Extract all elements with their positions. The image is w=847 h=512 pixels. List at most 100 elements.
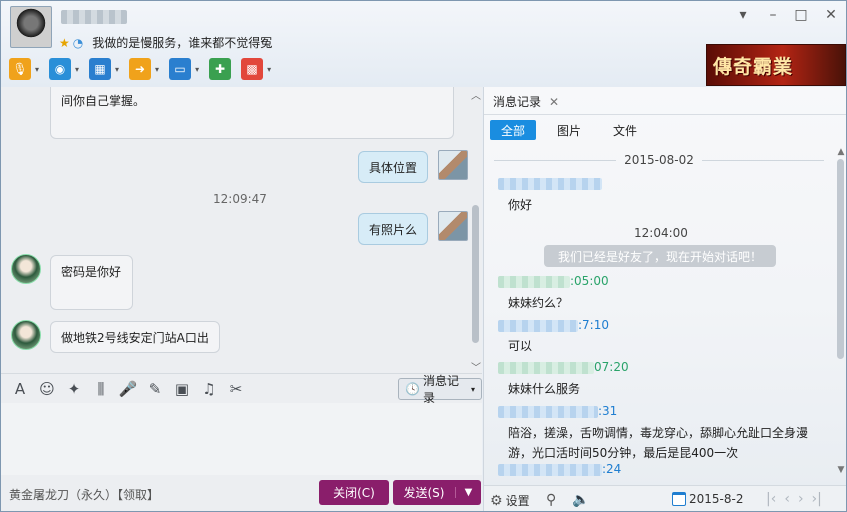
- send-button-label: 发送(S): [403, 486, 445, 500]
- my-avatar[interactable]: [438, 211, 468, 241]
- message-bubble[interactable]: 密码是你好: [50, 255, 133, 310]
- history-sender-row: [498, 176, 602, 190]
- message-bubble[interactable]: 间你自己掌握。: [50, 87, 454, 139]
- history-sender-row: 07:20: [498, 360, 629, 374]
- voice-call-button[interactable]: 🎙 ▾: [9, 58, 39, 80]
- history-scrollbar[interactable]: ▲ ▼: [835, 147, 846, 477]
- ad-banner[interactable]: 傳奇霸業: [706, 44, 846, 86]
- send-file-icon: ➜: [129, 58, 152, 80]
- contact-signature: 我做的是慢服务，谁来都不觉得冤: [92, 36, 273, 50]
- speaker-icon: 🔈: [572, 492, 590, 508]
- sender-name-blurred: [498, 275, 570, 288]
- claim-link[interactable]: 【领取】: [117, 488, 159, 502]
- font-icon[interactable]: A: [9, 380, 31, 398]
- message-history-label: 消息记录: [422, 374, 459, 405]
- magic-wand-icon[interactable]: ✦: [63, 380, 85, 398]
- history-panel: 消息记录 ✕ 全部 图片 文件 2015-08-02 你好 12:04:00 我…: [483, 87, 846, 511]
- filter-images[interactable]: 图片: [546, 120, 592, 140]
- contact-nickname-blurred: [61, 10, 127, 24]
- history-footer-date: 2015-8-2: [689, 492, 744, 506]
- close-button[interactable]: 关闭(C): [319, 480, 389, 505]
- gear-icon: ⚙: [490, 492, 503, 509]
- apps-grid-icon: ▩: [241, 58, 264, 80]
- filter-files[interactable]: 文件: [602, 120, 648, 140]
- edit-icon[interactable]: ✎: [144, 380, 166, 398]
- chevron-down-icon[interactable]: ▾: [267, 65, 271, 74]
- contact-avatar-small[interactable]: [11, 254, 41, 284]
- chat-scrollbar[interactable]: ︿ ﹀: [470, 87, 482, 373]
- speaker-button[interactable]: 🔈: [572, 492, 589, 508]
- scroll-down-icon[interactable]: ﹀: [470, 359, 482, 373]
- date-picker[interactable]: 2015-8-2: [672, 492, 743, 506]
- chevron-down-icon[interactable]: ▾: [195, 65, 199, 74]
- minimize-button[interactable]: –: [762, 7, 784, 23]
- settings-button[interactable]: ⚙ 设置: [490, 492, 530, 509]
- screenshot-scissors-icon[interactable]: ✂: [225, 380, 247, 398]
- history-pager: |‹ ‹ › ›|: [766, 491, 822, 507]
- emoji-icon[interactable]: ☺: [36, 380, 58, 398]
- search-button[interactable]: ⚲: [546, 492, 556, 508]
- close-window-button[interactable]: ✕: [820, 7, 842, 23]
- chevron-down-icon[interactable]: ▾: [155, 65, 159, 74]
- contact-avatar[interactable]: [10, 6, 52, 48]
- chevron-down-icon[interactable]: ▾: [75, 65, 79, 74]
- prev-page-icon[interactable]: ‹: [784, 491, 790, 507]
- history-message: 陪浴，搓澡，舌吻调情，毒龙穿心，舔脚心允趾口全身漫游，光口活时间50分钟，最后是…: [508, 426, 809, 460]
- chevron-down-icon[interactable]: ▾: [115, 65, 119, 74]
- history-sender-row: :05:00: [498, 274, 609, 288]
- new-group-chat-button[interactable]: ✚: [209, 58, 232, 80]
- my-avatar[interactable]: [438, 150, 468, 180]
- close-icon[interactable]: ✕: [549, 95, 559, 109]
- history-time: :05:00: [570, 274, 609, 288]
- filter-all[interactable]: 全部: [490, 120, 537, 140]
- send-options-icon[interactable]: ▼: [455, 487, 481, 498]
- chat-messages[interactable]: 间你自己掌握。 具体位置 12:09:47 有照片么 密码是你好 做地铁2号线安…: [1, 87, 482, 373]
- input-toolbar: A ☺ ✦ ⫼ 🎤 ✎ ▣ ♫ ✂ 🕓 消息记录 ▾: [1, 373, 482, 405]
- status-row: ★ ◔ 我做的是慢服务，谁来都不觉得冤: [59, 34, 272, 51]
- scroll-down-icon[interactable]: ▼: [835, 465, 846, 475]
- vip-icon[interactable]: ◔: [73, 36, 83, 50]
- message-bubble[interactable]: 有照片么: [358, 213, 429, 245]
- message-history-button[interactable]: 🕓 消息记录 ▾: [398, 374, 482, 405]
- scrollbar-thumb[interactable]: [837, 159, 844, 359]
- history-sender-row: :31: [498, 404, 617, 418]
- video-call-button[interactable]: ◉ ▾: [49, 58, 79, 80]
- tab-message-history[interactable]: 消息记录 ✕: [493, 93, 559, 110]
- contact-avatar-small[interactable]: [11, 320, 41, 350]
- star-icon[interactable]: ★: [59, 36, 70, 50]
- remote-desktop-button[interactable]: ▦ ▾: [89, 58, 119, 80]
- history-date: 2015-08-02: [624, 153, 694, 167]
- promo-item[interactable]: 黄金屠龙刀（永久）: [9, 488, 117, 502]
- last-page-icon[interactable]: ›|: [812, 491, 822, 507]
- window-menu-icon[interactable]: ▾: [732, 7, 754, 23]
- message-input[interactable]: [1, 403, 482, 475]
- history-time: :7:10: [578, 318, 609, 332]
- send-file-button[interactable]: ➜ ▾: [129, 58, 159, 80]
- system-notice: 我们已经是好友了，现在开始对话吧！: [544, 245, 777, 267]
- next-page-icon[interactable]: ›: [798, 491, 804, 507]
- chevron-down-icon[interactable]: ▾: [35, 65, 39, 74]
- image-icon[interactable]: ▣: [171, 380, 193, 398]
- scrollbar-thumb[interactable]: [472, 205, 479, 343]
- message-bubble[interactable]: 做地铁2号线安定门站A口出: [50, 321, 220, 353]
- screen-share-button[interactable]: ▭ ▾: [169, 58, 199, 80]
- shake-icon[interactable]: ⫼: [90, 380, 112, 398]
- maximize-button[interactable]: □: [790, 7, 812, 23]
- message-text: 具体位置: [369, 161, 418, 175]
- send-button[interactable]: 发送(S) ▼: [393, 480, 481, 505]
- music-icon[interactable]: ♫: [198, 380, 220, 398]
- scroll-up-icon[interactable]: ︿: [470, 87, 482, 102]
- message-bubble[interactable]: 具体位置: [358, 151, 429, 183]
- promo-text[interactable]: 黄金屠龙刀（永久）【领取】: [9, 486, 159, 503]
- first-page-icon[interactable]: |‹: [766, 491, 776, 507]
- settings-label: 设置: [505, 494, 530, 508]
- new-group-chat-icon: ✚: [209, 58, 232, 80]
- history-footer: ⚙ 设置 ⚲ 🔈 2015-8-2 |‹ ‹ › ›|: [484, 485, 846, 511]
- divider: [701, 159, 824, 161]
- voice-message-icon[interactable]: 🎤: [117, 380, 139, 398]
- sender-name-blurred: [498, 177, 602, 190]
- scroll-up-icon[interactable]: ▲: [835, 147, 846, 157]
- message-timestamp: 12:09:47: [213, 192, 267, 206]
- clock-icon: 🕓: [405, 382, 420, 396]
- apps-grid-button[interactable]: ▩ ▾: [241, 58, 271, 80]
